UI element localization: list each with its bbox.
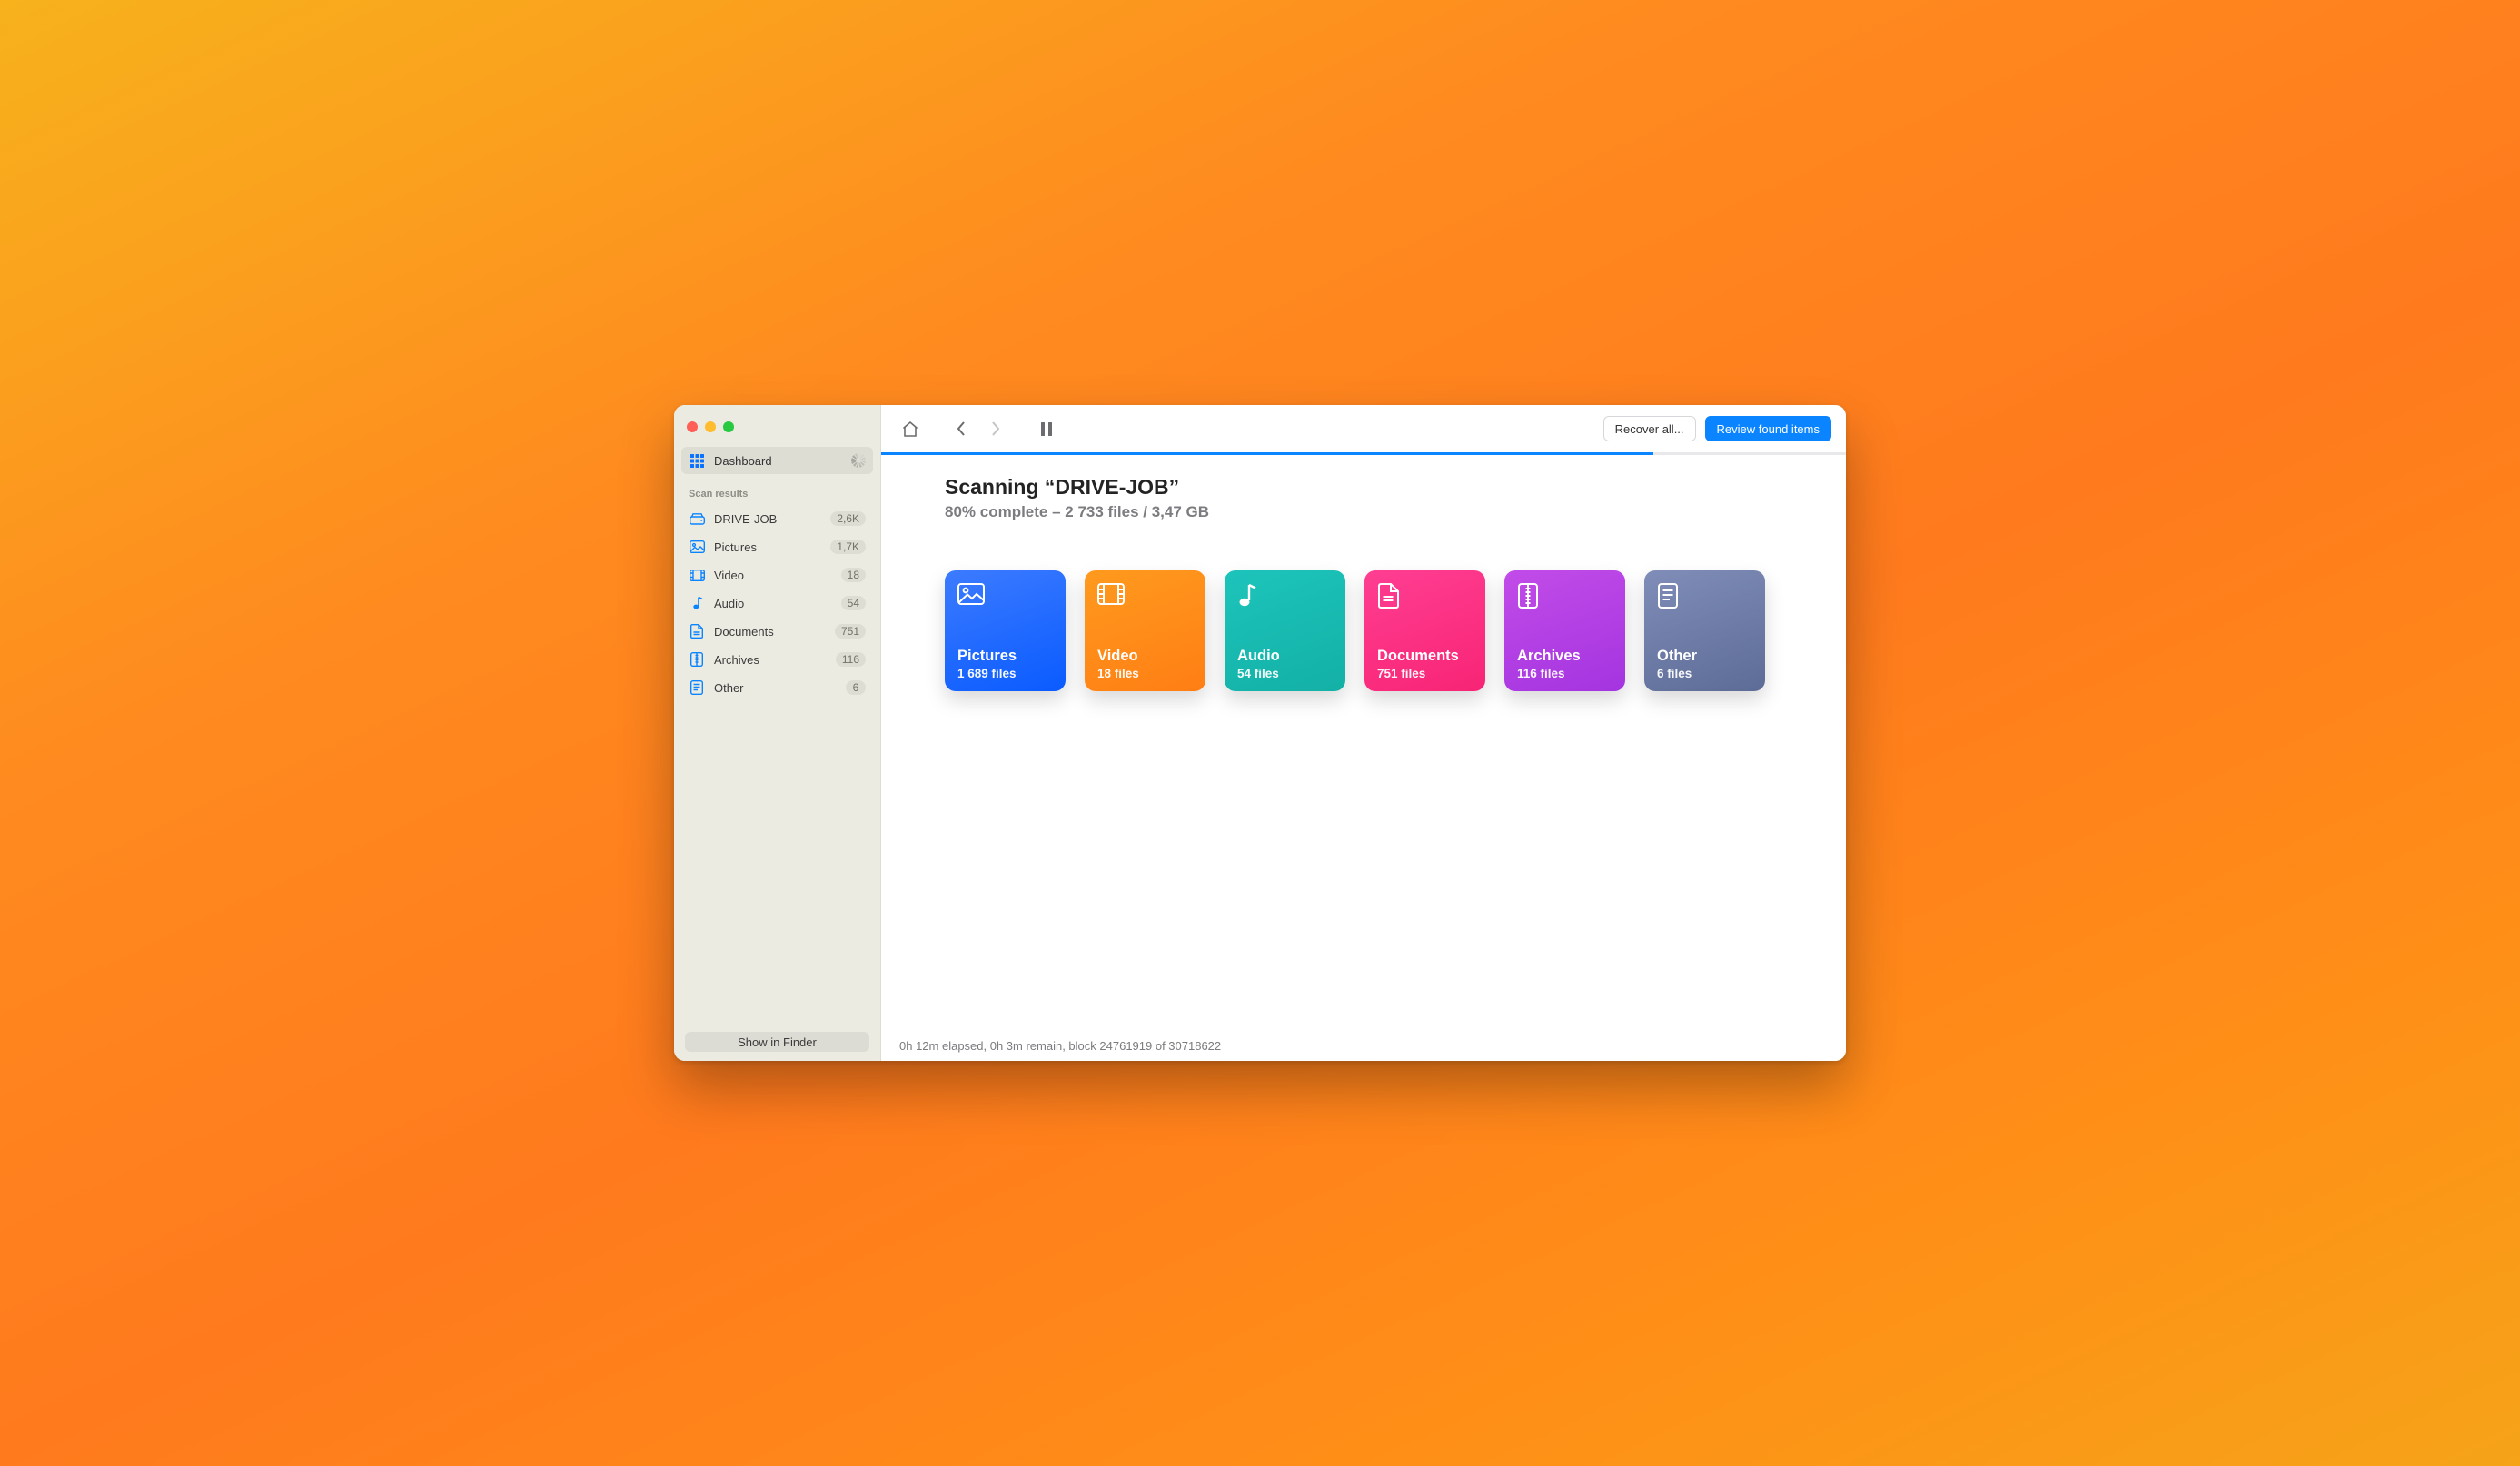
close-window-button[interactable] bbox=[687, 421, 698, 432]
card-other[interactable]: Other 6 files bbox=[1644, 570, 1765, 691]
card-video[interactable]: Video 18 files bbox=[1085, 570, 1205, 691]
status-bar: 0h 12m elapsed, 0h 3m remain, block 2476… bbox=[881, 1030, 1846, 1061]
doc-icon bbox=[1377, 583, 1473, 610]
card-subtitle: 18 files bbox=[1097, 667, 1193, 680]
sidebar-item-archives[interactable]: Archives 116 bbox=[681, 646, 873, 673]
sidebar-item-count: 6 bbox=[846, 680, 866, 695]
category-cards: Pictures 1 689 files Video 18 files Audi… bbox=[945, 570, 1782, 691]
main-panel: Recover all... Review found items Scanni… bbox=[881, 405, 1846, 1061]
scan-subtitle: 80% complete – 2 733 files / 3,47 GB bbox=[945, 503, 1782, 521]
zoom-window-button[interactable] bbox=[723, 421, 734, 432]
sidebar-item-count: 18 bbox=[841, 568, 866, 582]
card-title: Archives bbox=[1517, 648, 1612, 665]
card-archives[interactable]: Archives 116 files bbox=[1504, 570, 1625, 691]
sidebar-section-label: Scan results bbox=[681, 474, 873, 505]
card-documents[interactable]: Documents 751 files bbox=[1364, 570, 1485, 691]
dashboard-label: Dashboard bbox=[714, 454, 842, 468]
card-subtitle: 116 files bbox=[1517, 667, 1612, 680]
card-subtitle: 751 files bbox=[1377, 667, 1473, 680]
audio-icon bbox=[689, 596, 705, 610]
doc-icon bbox=[689, 624, 705, 639]
review-found-items-button[interactable]: Review found items bbox=[1705, 416, 1831, 441]
sidebar-item-audio[interactable]: Audio 54 bbox=[681, 589, 873, 617]
card-title: Other bbox=[1657, 648, 1752, 665]
home-button[interactable] bbox=[896, 416, 925, 441]
toolbar: Recover all... Review found items bbox=[881, 405, 1846, 452]
sidebar-item-label: DRIVE-JOB bbox=[714, 512, 821, 526]
card-subtitle: 54 files bbox=[1237, 667, 1333, 680]
audio-icon bbox=[1237, 583, 1333, 610]
card-subtitle: 6 files bbox=[1657, 667, 1752, 680]
sidebar-item-label: Video bbox=[714, 569, 832, 582]
progress-spinner-icon bbox=[851, 453, 866, 468]
sidebar-item-count: 2,6K bbox=[830, 511, 866, 526]
status-text: 0h 12m elapsed, 0h 3m remain, block 2476… bbox=[899, 1039, 1221, 1053]
sidebar-item-dashboard[interactable]: Dashboard bbox=[681, 447, 873, 474]
recover-all-label: Recover all... bbox=[1615, 422, 1684, 436]
card-audio[interactable]: Audio 54 files bbox=[1225, 570, 1345, 691]
sidebar: Dashboard Scan results DRIVE-JOB 2,6K Pi… bbox=[674, 405, 881, 1061]
sidebar-item-other[interactable]: Other 6 bbox=[681, 674, 873, 701]
archive-icon bbox=[689, 652, 705, 667]
archive-icon bbox=[1517, 583, 1612, 610]
pictures-icon bbox=[957, 583, 1053, 610]
sidebar-item-video[interactable]: Video 18 bbox=[681, 561, 873, 589]
video-icon bbox=[1097, 583, 1193, 610]
sidebar-item-count: 751 bbox=[835, 624, 866, 639]
card-subtitle: 1 689 files bbox=[957, 667, 1053, 680]
drive-icon bbox=[689, 513, 705, 525]
back-button[interactable] bbox=[947, 416, 976, 441]
sidebar-item-drive[interactable]: DRIVE-JOB 2,6K bbox=[681, 505, 873, 532]
card-title: Video bbox=[1097, 648, 1193, 665]
sidebar-item-label: Other bbox=[714, 681, 837, 695]
other-icon bbox=[689, 680, 705, 695]
sidebar-item-pictures[interactable]: Pictures 1,7K bbox=[681, 533, 873, 560]
show-in-finder-label: Show in Finder bbox=[738, 1035, 817, 1049]
card-title: Pictures bbox=[957, 648, 1053, 665]
sidebar-item-count: 116 bbox=[836, 652, 866, 667]
sidebar-item-label: Audio bbox=[714, 597, 832, 610]
sidebar-item-label: Archives bbox=[714, 653, 827, 667]
video-icon bbox=[689, 570, 705, 581]
card-title: Audio bbox=[1237, 648, 1333, 665]
content-area: Scanning “DRIVE-JOB” 80% complete – 2 73… bbox=[881, 455, 1846, 1030]
image-icon bbox=[689, 540, 705, 553]
sidebar-item-count: 54 bbox=[841, 596, 866, 610]
sidebar-scan-results: DRIVE-JOB 2,6K Pictures 1,7K Video 18 bbox=[681, 505, 873, 701]
scan-title: Scanning “DRIVE-JOB” bbox=[945, 475, 1782, 500]
card-title: Documents bbox=[1377, 648, 1473, 665]
pause-button[interactable] bbox=[1032, 416, 1061, 441]
minimize-window-button[interactable] bbox=[705, 421, 716, 432]
sidebar-item-label: Documents bbox=[714, 625, 826, 639]
sidebar-item-count: 1,7K bbox=[830, 540, 866, 554]
sidebar-item-label: Pictures bbox=[714, 540, 821, 554]
sidebar-item-documents[interactable]: Documents 751 bbox=[681, 618, 873, 645]
review-found-items-label: Review found items bbox=[1717, 422, 1820, 436]
app-window: Dashboard Scan results DRIVE-JOB 2,6K Pi… bbox=[674, 405, 1846, 1061]
recover-all-button[interactable]: Recover all... bbox=[1603, 416, 1696, 441]
forward-button[interactable] bbox=[981, 416, 1010, 441]
card-pictures[interactable]: Pictures 1 689 files bbox=[945, 570, 1066, 691]
other-icon bbox=[1657, 583, 1752, 610]
window-controls bbox=[681, 414, 873, 447]
show-in-finder-button[interactable]: Show in Finder bbox=[685, 1032, 869, 1052]
dashboard-icon bbox=[689, 454, 705, 468]
